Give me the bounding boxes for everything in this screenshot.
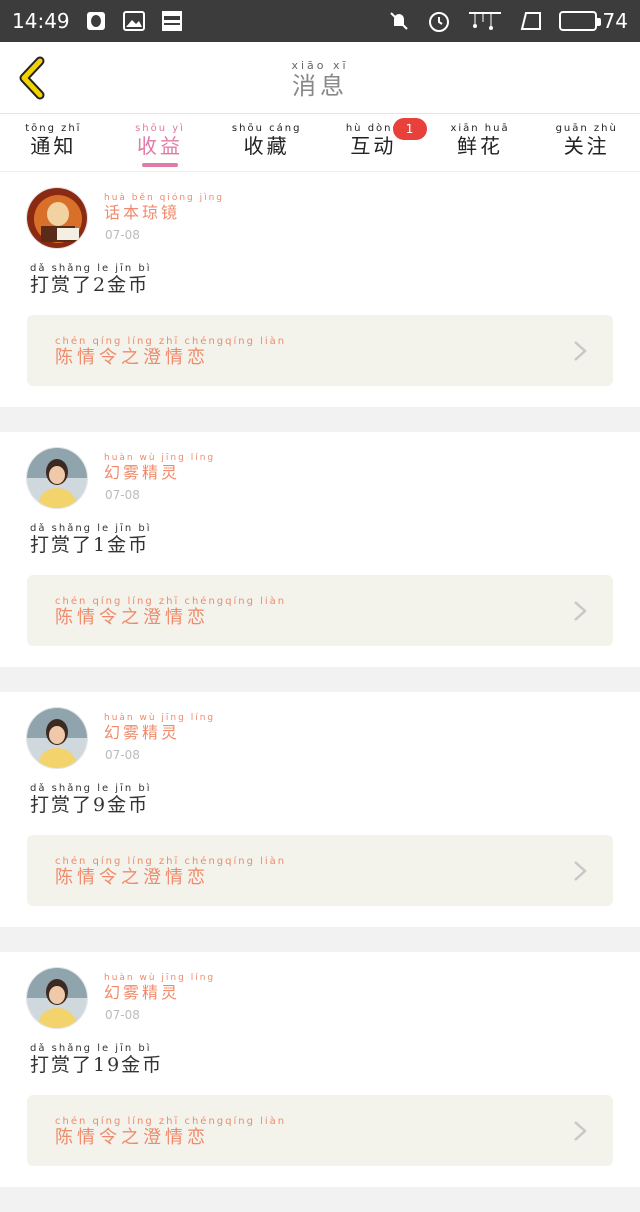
avatar[interactable] (26, 707, 88, 769)
user-name-pinyin: huàn wù jīng líng (104, 973, 216, 983)
tab-pinyin: shōu cáng (231, 123, 302, 134)
user-name-text: 幻雾精灵 (104, 463, 181, 482)
tip-amount: 打赏了2金币 (30, 274, 150, 296)
avatar[interactable] (26, 447, 88, 509)
wind-chime-icon (467, 10, 503, 32)
message-date: 07-08 (105, 488, 140, 502)
tab-bar: tōng zhī 通知 shōu yì 收益 shōu cáng 收藏 hù dòng… (0, 114, 640, 172)
tip-text: dǎ shǎng le jīn bì 打赏了1金币 (30, 524, 152, 555)
tip-text: dǎ shǎng le jīn bì 打赏了19金币 (30, 1044, 163, 1075)
message-date: 07-08 (105, 1008, 140, 1022)
message-card: huàn wù jīng líng 幻雾精灵 07-08 dǎ shǎng le… (0, 432, 640, 667)
tip-pinyin: dǎ shǎng le jīn bì (30, 263, 152, 274)
status-time: 14:49 (12, 9, 70, 33)
battery-percent: 74 (602, 9, 628, 33)
message-list: huà běn qióng jìng 话本琼镜 07-08 dǎ shǎng l… (0, 172, 640, 1212)
tab-label: 鲜花 (457, 134, 504, 158)
message-card: huàn wù jīng líng 幻雾精灵 07-08 dǎ shǎng le… (0, 952, 640, 1187)
tab-pinyin: xiān huā (450, 123, 510, 134)
user-name-pinyin: huàn wù jīng líng (104, 453, 216, 463)
tip-pinyin: dǎ shǎng le jīn bì (30, 1043, 152, 1054)
user-name[interactable]: huàn wù jīng líng 幻雾精灵 (104, 454, 215, 481)
novel-title-pinyin: chén qíng líng zhī chéngqíng liàn (55, 336, 287, 347)
news-icon (160, 10, 184, 32)
tab-pinyin: tōng zhī (25, 123, 82, 134)
page-title-text: 消息 (291, 72, 348, 100)
nav-bar: xiāo xī 消息 (0, 42, 640, 114)
battery-icon (558, 11, 601, 31)
chevron-right-icon (574, 341, 587, 361)
tab-notice[interactable]: tōng zhī 通知 (0, 114, 107, 171)
user-name-text: 话本琼镜 (104, 203, 181, 222)
tab-label: 关注 (563, 134, 610, 158)
page-title-pinyin: xiāo xī (291, 59, 349, 72)
unread-badge: 1 (392, 118, 427, 140)
alarm-icon (427, 10, 451, 32)
tab-label: 收益 (137, 134, 183, 158)
image-icon (122, 10, 146, 32)
user-name-text: 幻雾精灵 (104, 983, 181, 1002)
novel-link[interactable]: chén qíng líng zhī chéngqíng liàn 陈情令之澄情… (27, 835, 613, 906)
message-card: huàn wù jīng líng 幻雾精灵 07-08 dǎ shǎng le… (0, 692, 640, 927)
user-name-pinyin: huàn wù jīng líng (104, 713, 216, 723)
user-name-text: 幻雾精灵 (104, 723, 181, 742)
tab-pinyin: shōu yì (135, 123, 185, 134)
novel-link[interactable]: chén qíng líng zhī chéngqíng liàn 陈情令之澄情… (27, 575, 613, 646)
chevron-right-icon (574, 861, 587, 881)
tip-amount: 打赏了1金币 (30, 534, 150, 556)
novel-title-pinyin: chén qíng líng zhī chéngqíng liàn (55, 1116, 287, 1127)
message-date: 07-08 (105, 748, 140, 762)
tip-text: dǎ shǎng le jīn bì 打赏了2金币 (30, 264, 152, 295)
user-name[interactable]: huàn wù jīng líng 幻雾精灵 (104, 714, 215, 741)
novel-title: 陈情令之澄情恋 (55, 1127, 209, 1148)
novel-title: 陈情令之澄情恋 (55, 347, 209, 368)
tab-favorites[interactable]: shōu cáng 收藏 (213, 114, 320, 171)
battery-indicator: 74 (558, 9, 628, 33)
novel-title: 陈情令之澄情恋 (55, 607, 209, 628)
novel-title: 陈情令之澄情恋 (55, 867, 209, 888)
signal-icon (519, 10, 543, 32)
tip-pinyin: dǎ shǎng le jīn bì (30, 523, 152, 534)
novel-link[interactable]: chén qíng líng zhī chéngqíng liàn 陈情令之澄情… (27, 315, 613, 386)
active-tab-indicator (142, 163, 178, 167)
chevron-right-icon (574, 601, 587, 621)
tip-text: dǎ shǎng le jīn bì 打赏了9金币 (30, 784, 152, 815)
tab-label: 互动 (350, 134, 397, 158)
tip-amount: 打赏了9金币 (30, 794, 150, 816)
page-title: xiāo xī 消息 (0, 54, 640, 98)
novel-title-pinyin: chén qíng líng zhī chéngqíng liàn (55, 596, 287, 607)
tab-interaction[interactable]: hù dòng 互动 1 (320, 114, 427, 171)
tab-following[interactable]: guān zhù 关注 (533, 114, 640, 171)
qq-icon (84, 10, 108, 32)
user-name[interactable]: huàn wù jīng líng 幻雾精灵 (104, 974, 215, 1001)
user-name-pinyin: huà běn qióng jìng (104, 193, 225, 203)
tab-flowers[interactable]: xiān huā 鲜花 (427, 114, 534, 171)
avatar[interactable] (26, 187, 88, 249)
user-name[interactable]: huà běn qióng jìng 话本琼镜 (104, 194, 224, 221)
mute-icon (387, 10, 411, 32)
tip-amount: 打赏了19金币 (30, 1054, 164, 1076)
tab-label: 收藏 (243, 134, 290, 158)
status-bar: 14:49 74 (0, 0, 640, 42)
tab-earnings[interactable]: shōu yì 收益 (107, 114, 214, 171)
tab-label: 通知 (30, 134, 77, 158)
novel-title-pinyin: chén qíng líng zhī chéngqíng liàn (55, 856, 287, 867)
tip-pinyin: dǎ shǎng le jīn bì (30, 783, 152, 794)
avatar[interactable] (26, 967, 88, 1029)
chevron-right-icon (574, 1121, 587, 1141)
tab-pinyin: guān zhù (555, 123, 618, 134)
message-date: 07-08 (105, 228, 140, 242)
novel-link[interactable]: chén qíng líng zhī chéngqíng liàn 陈情令之澄情… (27, 1095, 613, 1166)
message-card: huà běn qióng jìng 话本琼镜 07-08 dǎ shǎng l… (0, 172, 640, 407)
